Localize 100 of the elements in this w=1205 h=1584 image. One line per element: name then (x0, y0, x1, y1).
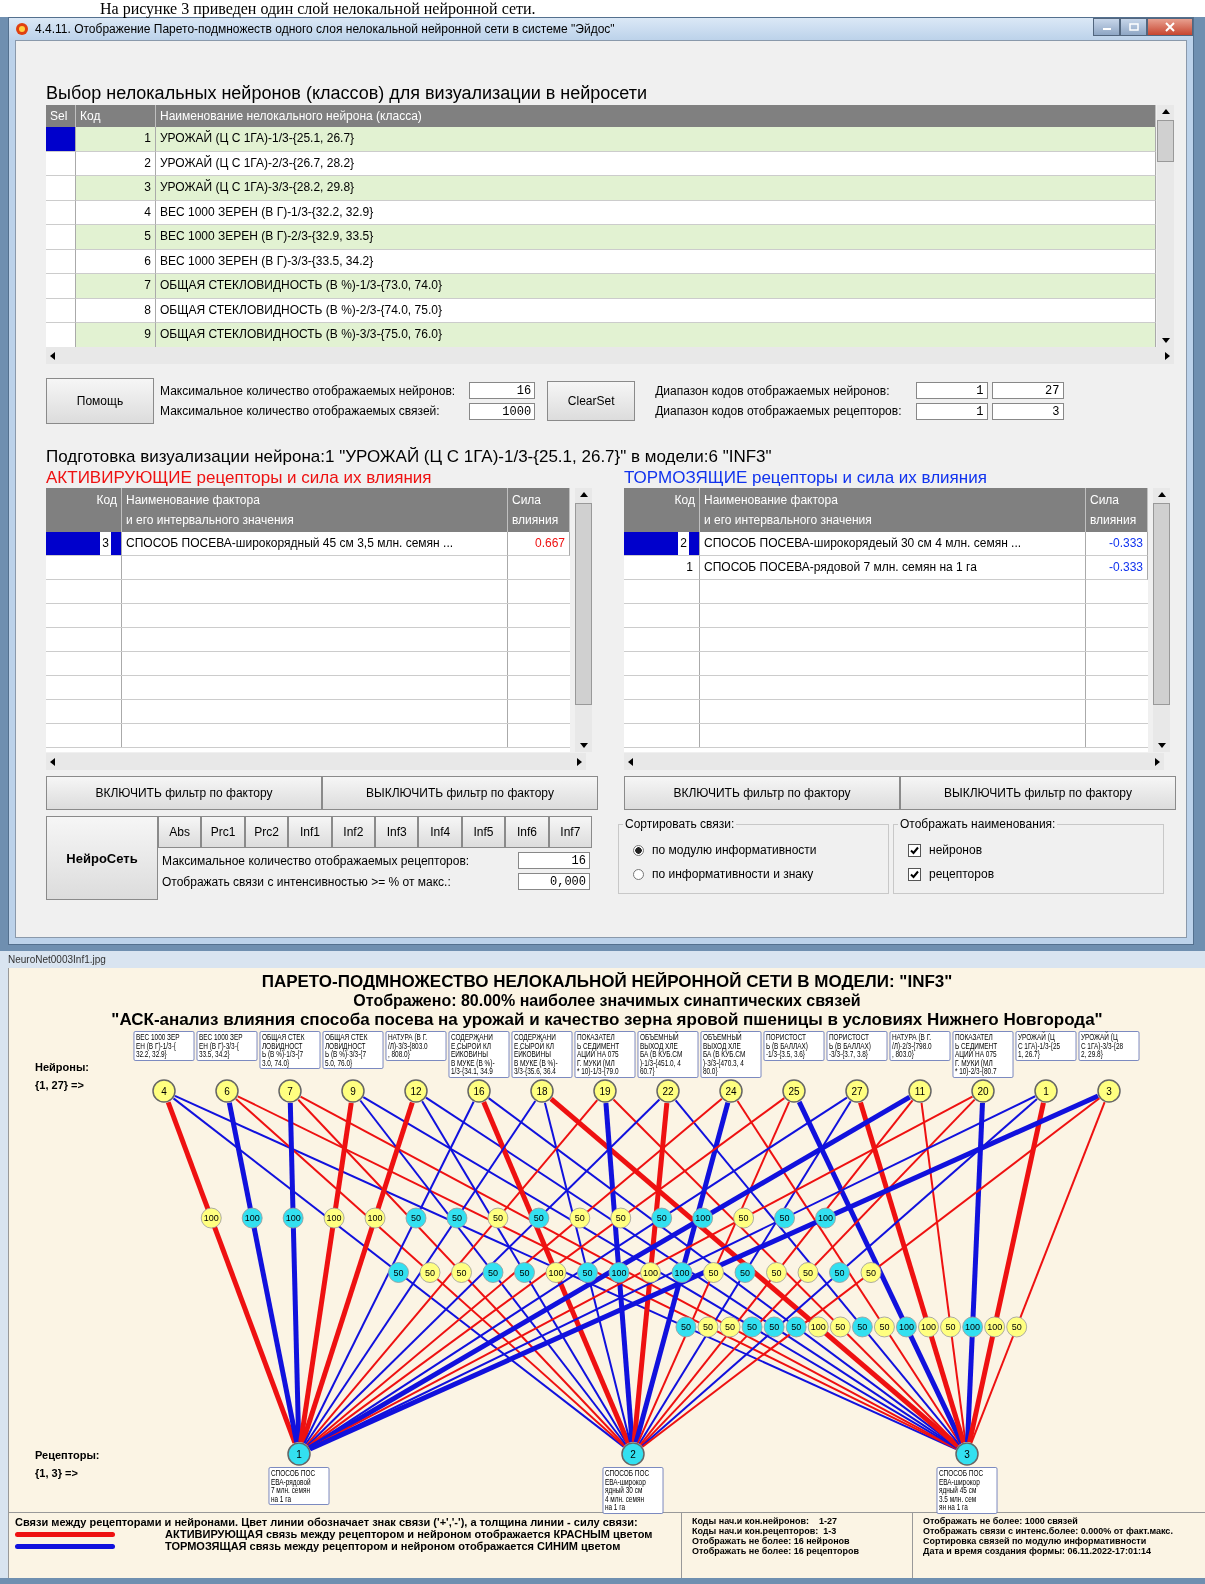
strength-badge: 50 (741, 1316, 763, 1338)
neuron-label: ОБЪЕМНЫЙ ВЫХОД ХЛЕ БА (В КУБ.СМ )-1/3-{451.0, 4 60.7} (637, 1031, 699, 1078)
legend-text: Сортировка связей по модулю информативности (923, 1536, 1148, 1546)
strength-badge: 100 (896, 1316, 917, 1338)
mode-button[interactable]: Inf6 (505, 816, 549, 848)
strength-badge: 100 (962, 1316, 983, 1338)
selection-cell[interactable] (46, 274, 76, 299)
strength-badge: 100 (918, 1316, 939, 1338)
strength-badge: 100 (241, 1207, 263, 1229)
maximize-button[interactable] (1120, 18, 1147, 36)
horizontal-scrollbar[interactable] (46, 753, 586, 770)
neuronet-button[interactable]: НейроСеть (46, 816, 158, 900)
neuron-label: ВЕС 1000 ЗЕР ЕН (В Г)-3/3-{ 33.5, 34.2} (196, 1031, 258, 1061)
app-icon (15, 22, 29, 36)
legend-text: Отображать связи с интенс.более: 0.000% от факт.макс. (923, 1526, 1174, 1536)
input-field[interactable]: 1 (915, 382, 988, 399)
strength-badge: 50 (569, 1207, 591, 1229)
neuron-node: 19 (593, 1079, 617, 1103)
help-button[interactable]: Помощь (46, 378, 154, 424)
clearset-button[interactable]: ClearSet (547, 381, 636, 421)
panel-heading: ТОРМОЗЯЩИЕ рецепторы и сила их влияния (624, 468, 988, 488)
vertical-scrollbar[interactable] (575, 488, 592, 752)
vertical-scrollbar[interactable] (1153, 488, 1170, 752)
selection-cell[interactable] (46, 176, 76, 201)
mode-button[interactable]: Inf2 (331, 816, 376, 848)
receptor-label: СПОСОБ ПОС ЕВА-рядовой 7 млн. семян на 1 га (268, 1467, 330, 1506)
filter-button[interactable]: ВЫКЛЮЧИТЬ фильтр по фактору (322, 776, 598, 810)
strength-badge: 50 (774, 1207, 795, 1229)
strength-badge: 50 (734, 1262, 756, 1283)
selection-cell[interactable] (46, 127, 76, 152)
legend-text: Коды нач.и кон.нейронов: 1-27 (692, 1516, 838, 1526)
strength-badge: 50 (766, 1262, 787, 1283)
neuron-node: 7 (278, 1079, 302, 1103)
checkbox[interactable] (908, 867, 921, 881)
checkbox-label[interactable]: нейронов (929, 843, 983, 857)
filter-button[interactable]: ВКЛЮЧИТЬ фильтр по фактору (46, 776, 322, 810)
selection-cell[interactable] (46, 200, 76, 225)
input-field[interactable]: 16 (469, 382, 536, 399)
table-cell: 1 (76, 127, 156, 152)
close-button[interactable] (1147, 18, 1193, 36)
neuron-node: 6 (215, 1079, 239, 1103)
selection-cell[interactable] (46, 249, 76, 274)
strength-badge: 50 (419, 1262, 441, 1283)
strength-badge: 50 (514, 1262, 535, 1283)
radio-label[interactable]: по информативности и знаку (652, 867, 814, 881)
strength-badge: 50 (405, 1207, 427, 1229)
strength-badge: 50 (703, 1262, 724, 1283)
neuron-node: 3 (1097, 1079, 1121, 1103)
mode-button[interactable]: Inf4 (418, 816, 462, 848)
table-cell: ОБЩАЯ СТЕКЛОВИДНОСТЬ (В %)-1/3-{73.0, 74.0} (156, 274, 1156, 299)
field-label: Отображать связи с интенсивностью >= % от макс.: (162, 874, 451, 889)
selection-cell[interactable] (46, 323, 76, 347)
strength-badge: 50 (829, 1262, 850, 1283)
mode-button[interactable]: Prc2 (244, 816, 289, 848)
selection-cell[interactable] (46, 151, 76, 176)
neuron-node: 12 (404, 1079, 428, 1103)
strength-badge: 50 (874, 1316, 895, 1338)
mode-button[interactable]: Inf3 (375, 816, 419, 848)
input-field[interactable]: 16 (518, 852, 590, 869)
legend-text: Дата и время создания формы: 06.11.2022-17:01:14 (923, 1546, 1153, 1556)
neuron-label: СОДЕРЖАНИ Е СЫРОЙ КЛ ЕЙКОВИНЫ В МУКЕ (В %)- 1/3-{34.1, 34.9 (448, 1031, 510, 1078)
strength-badge: 100 (815, 1207, 836, 1229)
mode-button[interactable]: Inf5 (461, 816, 506, 848)
radio-button[interactable] (633, 844, 644, 856)
mode-button[interactable]: Inf7 (548, 816, 593, 848)
mode-button[interactable]: Prc1 (201, 816, 245, 848)
strength-badge: 100 (608, 1262, 630, 1283)
neuron-node: 18 (530, 1079, 554, 1103)
strength-badge: 50 (763, 1316, 785, 1338)
mode-button[interactable]: Abs (158, 816, 202, 848)
filter-button[interactable]: ВКЛЮЧИТЬ фильтр по фактору (624, 776, 900, 810)
vertical-scrollbar[interactable] (1157, 105, 1174, 347)
selection-cell[interactable] (46, 298, 76, 323)
neuron-label: НАТУРА (В Г. /Л)-2/3-{798.0 , 803.0} (889, 1031, 951, 1061)
neuron-label: УРОЖАЙ (Ц С 1ГА)-1/3-{25 1, 26.7} (1015, 1031, 1077, 1061)
radio-button[interactable] (633, 868, 644, 880)
column-header[interactable]: Сила влияния (508, 488, 570, 532)
column-header[interactable]: Наименование фактора и его интервального значения (122, 488, 508, 532)
strength-badge: 100 (692, 1207, 714, 1229)
checkbox[interactable] (908, 843, 921, 857)
filter-button[interactable]: ВЫКЛЮЧИТЬ фильтр по фактору (900, 776, 1176, 810)
minimize-button[interactable] (1093, 18, 1120, 36)
input-field[interactable]: 27 (991, 382, 1064, 399)
strength-badge: 50 (733, 1207, 754, 1229)
checkbox-label[interactable]: рецепторов (929, 867, 994, 881)
input-field[interactable]: 0,000 (518, 873, 590, 890)
receptor-node: 2 (621, 1442, 645, 1466)
neuron-node: 9 (341, 1079, 365, 1103)
column-header[interactable]: Наименование фактора и его интервального значения (700, 488, 1086, 532)
mode-button[interactable]: Inf1 (288, 816, 332, 848)
input-field[interactable]: 3 (991, 403, 1064, 420)
selection-cell[interactable] (46, 225, 76, 250)
radio-label[interactable]: по модулю информативности (652, 843, 817, 857)
horizontal-scrollbar[interactable] (624, 753, 1164, 770)
strength-badge: 100 (671, 1262, 693, 1283)
column-header[interactable]: Сила влияния (1086, 488, 1148, 532)
input-field[interactable]: 1000 (469, 403, 536, 420)
horizontal-scrollbar[interactable] (46, 347, 1174, 364)
strength-badge: 100 (807, 1316, 829, 1338)
input-field[interactable]: 1 (915, 403, 988, 420)
